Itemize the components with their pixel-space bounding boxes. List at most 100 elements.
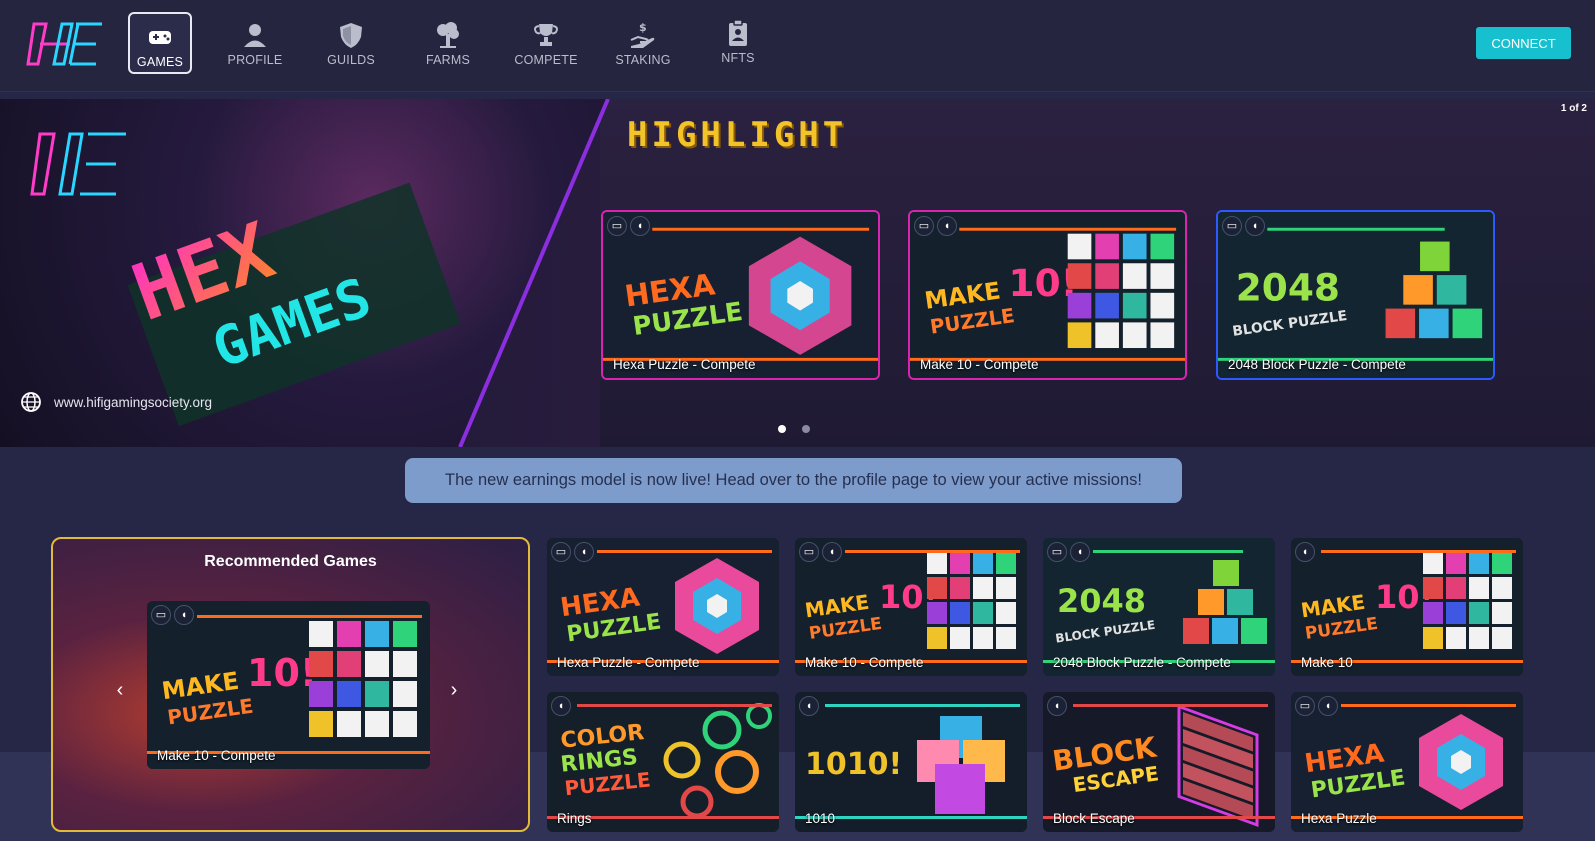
- game-title: Rings: [557, 811, 592, 826]
- game-card[interactable]: HEXA PUZZLE ▭ ◖ Hexa Puzzle: [1291, 692, 1523, 832]
- game-card[interactable]: 2048 BLOCK PUZZLE ▭ ◖ 2048 Block Puzzle -…: [1043, 538, 1275, 676]
- nav-guilds-label: GUILDS: [327, 53, 375, 67]
- game-title: Block Escape: [1053, 811, 1135, 826]
- platform-icons: ◖: [551, 696, 571, 716]
- banner-divider: [458, 99, 610, 447]
- svg-text:2048: 2048: [1057, 582, 1146, 620]
- nav-profile[interactable]: PROFILE: [223, 12, 287, 74]
- platform-icons: ▭ ◖: [1047, 542, 1090, 562]
- platform-icons: ▭ ◖: [607, 216, 650, 236]
- mouse-icon: ◖: [1245, 216, 1265, 236]
- make-10-art: MAKE PUZZLE 10!: [910, 212, 1185, 378]
- platform-icons: ▭ ◖: [1222, 216, 1265, 236]
- recommended-title: Recommended Games: [204, 553, 377, 570]
- connect-button[interactable]: CONNECT: [1476, 27, 1571, 59]
- platform-icons: ◖: [799, 696, 819, 716]
- game-card[interactable]: BLOCK ESCAPE ◖ Block Escape: [1043, 692, 1275, 832]
- game-title: Hexa Puzzle: [1301, 811, 1377, 826]
- game-title: 1010: [805, 811, 836, 826]
- slide-counter: 1 of 2: [1560, 103, 1587, 114]
- game-title: 2048 Block Puzzle - Compete: [1228, 357, 1406, 372]
- svg-text:10!: 10!: [247, 651, 317, 695]
- trophy-icon: [534, 24, 558, 46]
- desktop-icon: ▭: [914, 216, 934, 236]
- clipboard-badge-icon: [729, 19, 747, 46]
- mouse-icon: ◖: [551, 696, 571, 716]
- highlight-game-card[interactable]: HEXA PUZZLE ▭ ◖ Hexa Puzzle - Compete: [601, 210, 880, 380]
- top-nav: GAMES PROFILE GUILDS FARMS COMPETE $ STA…: [0, 0, 1595, 92]
- shield-icon: [340, 23, 362, 48]
- game-card[interactable]: MAKE PUZZLE 10! ◖ Make 10: [1291, 538, 1523, 676]
- highlight-game-card[interactable]: MAKE PUZZLE 10! ▭ ◖ Make 10 - Compete: [908, 210, 1187, 380]
- hifi-logo[interactable]: [26, 18, 106, 70]
- mouse-icon: ◖: [174, 605, 194, 625]
- desktop-icon: ▭: [1047, 542, 1067, 562]
- mouse-icon: ◖: [1295, 542, 1315, 562]
- nav-guilds[interactable]: GUILDS: [319, 12, 383, 74]
- desktop-icon: ▭: [1222, 216, 1242, 236]
- platform-icons: ▭ ◖: [914, 216, 957, 236]
- site-url-text: www.hifigamingsociety.org: [54, 394, 213, 410]
- game-card[interactable]: HEXA PUZZLE ▭ ◖ Hexa Puzzle - Compete: [547, 538, 779, 676]
- hexa-puzzle-art: HEXA PUZZLE: [603, 212, 878, 378]
- game-card[interactable]: COLOR RINGS PUZZLE ◖ Rings: [547, 692, 779, 832]
- nav-compete[interactable]: COMPETE: [514, 12, 578, 74]
- platform-icons: ◖: [1295, 542, 1315, 562]
- tree-icon: [437, 22, 459, 48]
- game-title: Make 10 - Compete: [157, 748, 276, 763]
- desktop-icon: ▭: [551, 542, 571, 562]
- platform-icons: ▭ ◖: [1295, 696, 1338, 716]
- nav-profile-label: PROFILE: [227, 53, 283, 67]
- nav-farms[interactable]: FARMS: [416, 12, 480, 74]
- svg-text:2048: 2048: [1236, 266, 1340, 310]
- earnings-notice: The new earnings model is now live! Head…: [405, 458, 1182, 503]
- nav-farms-label: FARMS: [425, 53, 471, 67]
- make-10-art: MAKE PUZZLE 10!: [147, 601, 430, 769]
- game-title: Hexa Puzzle - Compete: [613, 357, 756, 372]
- mouse-icon: ◖: [937, 216, 957, 236]
- game-title: Hexa Puzzle - Compete: [557, 655, 700, 670]
- svg-text:1010!: 1010!: [805, 747, 902, 782]
- game-card[interactable]: 1010! ◖ 1010: [795, 692, 1027, 832]
- desktop-icon: ▭: [1295, 696, 1315, 716]
- nav-compete-label: COMPETE: [514, 53, 578, 67]
- carousel-dot-2[interactable]: [802, 425, 810, 433]
- nav-games-label: GAMES: [136, 55, 184, 69]
- chevron-right-icon[interactable]: ›: [443, 679, 465, 701]
- platform-icons: ▭ ◖: [151, 605, 194, 625]
- carousel-dot-1[interactable]: [778, 425, 786, 433]
- mouse-icon: ◖: [822, 542, 842, 562]
- carousel-dots: [778, 425, 810, 433]
- desktop-icon: ▭: [151, 605, 171, 625]
- desktop-icon: ▭: [799, 542, 819, 562]
- nav-staking[interactable]: $ STAKING: [611, 12, 675, 74]
- recommended-game-card[interactable]: MAKE PUZZLE 10! ▭ ◖ Make 10 - Compete: [147, 601, 430, 769]
- game-title: Make 10 - Compete: [805, 655, 924, 670]
- mouse-icon: ◖: [1070, 542, 1090, 562]
- platform-icons: ◖: [1047, 696, 1067, 716]
- game-card[interactable]: MAKE PUZZLE 10! ▭ ◖ Make 10 - Compete: [795, 538, 1027, 676]
- platform-icons: ▭ ◖: [799, 542, 842, 562]
- game-title: Make 10: [1301, 655, 1353, 670]
- highlight-game-card[interactable]: 2048 BLOCK PUZZLE ▭ ◖ 2048 Block Puzzle -…: [1216, 210, 1495, 380]
- svg-text:$: $: [639, 21, 647, 34]
- highlight-title: HIGHLIGHT: [627, 115, 848, 155]
- mouse-icon: ◖: [799, 696, 819, 716]
- site-url[interactable]: www.hifigamingsociety.org: [20, 391, 212, 413]
- highlight-banner: HEX GAMES 1 of 2 HIGHLIGHT www.hifigamin…: [0, 99, 1595, 447]
- platform-icons: ▭ ◖: [551, 542, 594, 562]
- staking-hand-icon: $: [630, 21, 655, 48]
- person-icon: [244, 24, 266, 47]
- game-title: 2048 Block Puzzle - Compete: [1053, 655, 1231, 670]
- chevron-left-icon[interactable]: ‹: [109, 679, 131, 701]
- nav-nfts-label: NFTS: [721, 51, 755, 65]
- nav-staking-label: STAKING: [615, 53, 671, 67]
- nav-nfts[interactable]: NFTS: [706, 12, 770, 74]
- mouse-icon: ◖: [630, 216, 650, 236]
- gamepad-icon: [149, 31, 171, 44]
- nav-games[interactable]: GAMES: [128, 12, 192, 74]
- game-title: Make 10 - Compete: [920, 357, 1039, 372]
- recommended-games-panel: Recommended Games ‹ › MAKE PUZZLE 10! ▭ ◖…: [51, 537, 530, 832]
- mouse-icon: ◖: [574, 542, 594, 562]
- mouse-icon: ◖: [1318, 696, 1338, 716]
